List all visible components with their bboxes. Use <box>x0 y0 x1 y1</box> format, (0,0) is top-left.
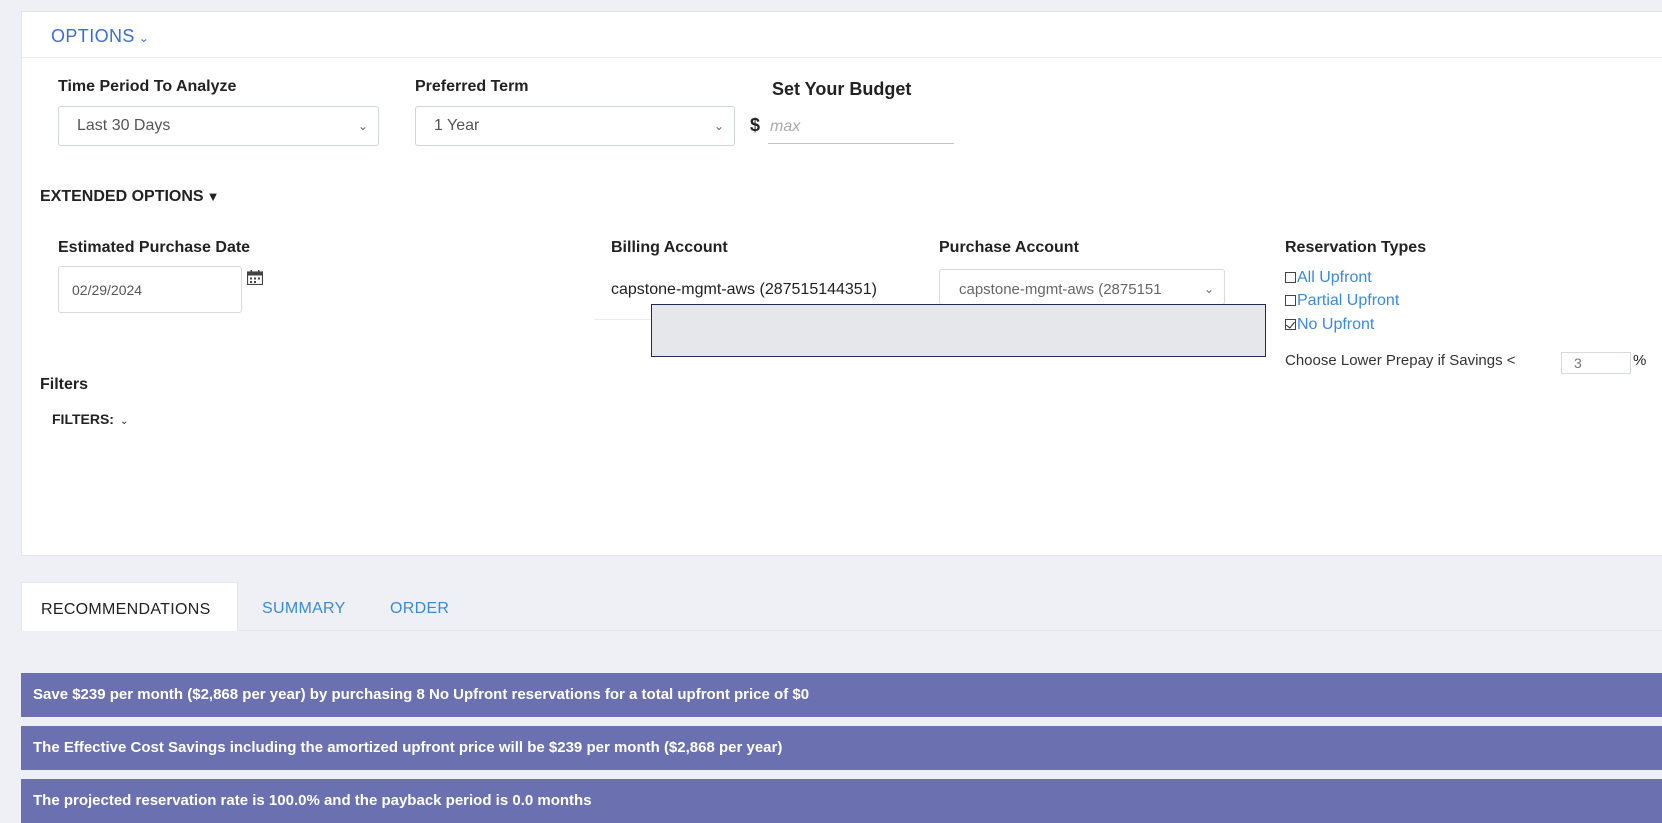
tab-order-label: ORDER <box>390 600 450 617</box>
currency-symbol: $ <box>750 115 761 135</box>
effective-savings-banner-text: The Effective Cost Savings including the… <box>33 739 783 756</box>
tab-summary[interactable]: SUMMARY <box>262 582 346 631</box>
preferred-term-label: Preferred Term <box>415 78 529 95</box>
partial-upfront-checkbox[interactable]: Partial Upfront <box>1285 292 1399 310</box>
checkbox-checked-icon[interactable] <box>1285 318 1296 330</box>
filters-label: FILTERS: <box>52 411 114 427</box>
options-toggle-label: OPTIONS <box>51 26 135 46</box>
extended-options-label: EXTENDED OPTIONS <box>40 188 204 205</box>
tab-summary-label: SUMMARY <box>262 600 346 617</box>
chevron-down-icon: ⌄ <box>138 31 150 45</box>
savings-banner-text: Save $239 per month ($2,868 per year) by… <box>33 686 810 703</box>
redaction-overlay <box>651 304 1266 357</box>
reservation-rate-banner: The projected reservation rate is 100.0%… <box>21 779 1662 823</box>
budget-input[interactable] <box>768 110 954 144</box>
reservation-types-label: Reservation Types <box>1285 239 1427 256</box>
extended-options-toggle[interactable]: EXTENDED OPTIONS ▼ <box>40 188 219 206</box>
all-upfront-label: All Upfront <box>1297 269 1372 286</box>
options-toggle[interactable]: OPTIONS ⌄ <box>51 26 149 47</box>
purchase-date-label: Estimated Purchase Date <box>58 239 251 256</box>
tab-order[interactable]: ORDER <box>390 582 449 631</box>
billing-account-value: capstone-mgmt-aws (287515144351) <box>611 281 877 298</box>
time-period-value: Last 30 Days <box>77 117 171 134</box>
budget-label: Set Your Budget <box>772 79 912 99</box>
caret-down-icon: ▼ <box>206 189 220 204</box>
chevron-down-icon: ⌄ <box>357 119 368 133</box>
all-upfront-checkbox[interactable]: All Upfront <box>1285 269 1372 287</box>
prepay-unit: % <box>1633 352 1647 369</box>
checkbox-icon[interactable] <box>1285 294 1296 306</box>
filters-dropdown-toggle[interactable]: FILTERS: ⌄ <box>52 411 128 427</box>
time-period-label: Time Period To Analyze <box>58 78 237 95</box>
checkbox-icon[interactable] <box>1285 271 1296 283</box>
no-upfront-checkbox[interactable]: No Upfront <box>1285 316 1374 334</box>
options-header: OPTIONS ⌄ <box>22 12 1662 58</box>
prepay-threshold-input[interactable] <box>1561 352 1631 374</box>
prepay-label: Choose Lower Prepay if Savings < <box>1285 352 1516 369</box>
billing-account-label: Billing Account <box>611 239 728 256</box>
tab-recommendations[interactable]: RECOMMENDATIONS <box>21 582 238 631</box>
filters-heading: Filters <box>40 376 89 393</box>
purchase-account-label: Purchase Account <box>939 239 1079 256</box>
effective-savings-banner: The Effective Cost Savings including the… <box>21 726 1662 770</box>
purchase-account-value: capstone-mgmt-aws (2875151 <box>959 281 1162 298</box>
calendar-icon[interactable] <box>247 270 263 285</box>
preferred-term-value: 1 Year <box>434 117 480 134</box>
savings-banner: Save $239 per month ($2,868 per year) by… <box>21 673 1662 717</box>
purchase-date-input[interactable] <box>58 266 242 313</box>
chevron-down-icon: ⌄ <box>119 416 129 427</box>
partial-upfront-label: Partial Upfront <box>1297 292 1400 309</box>
chevron-down-icon: ⌄ <box>713 119 724 133</box>
purchase-account-select[interactable]: capstone-mgmt-aws (2875151 ⌄ <box>939 269 1225 305</box>
tab-recommendations-label: RECOMMENDATIONS <box>41 601 211 618</box>
reservation-rate-banner-text: The projected reservation rate is 100.0%… <box>33 792 592 809</box>
no-upfront-label: No Upfront <box>1297 316 1375 333</box>
chevron-down-icon: ⌄ <box>1200 282 1214 296</box>
time-period-select[interactable]: Last 30 Days ⌄ <box>58 106 379 146</box>
preferred-term-select[interactable]: 1 Year ⌄ <box>415 106 735 146</box>
